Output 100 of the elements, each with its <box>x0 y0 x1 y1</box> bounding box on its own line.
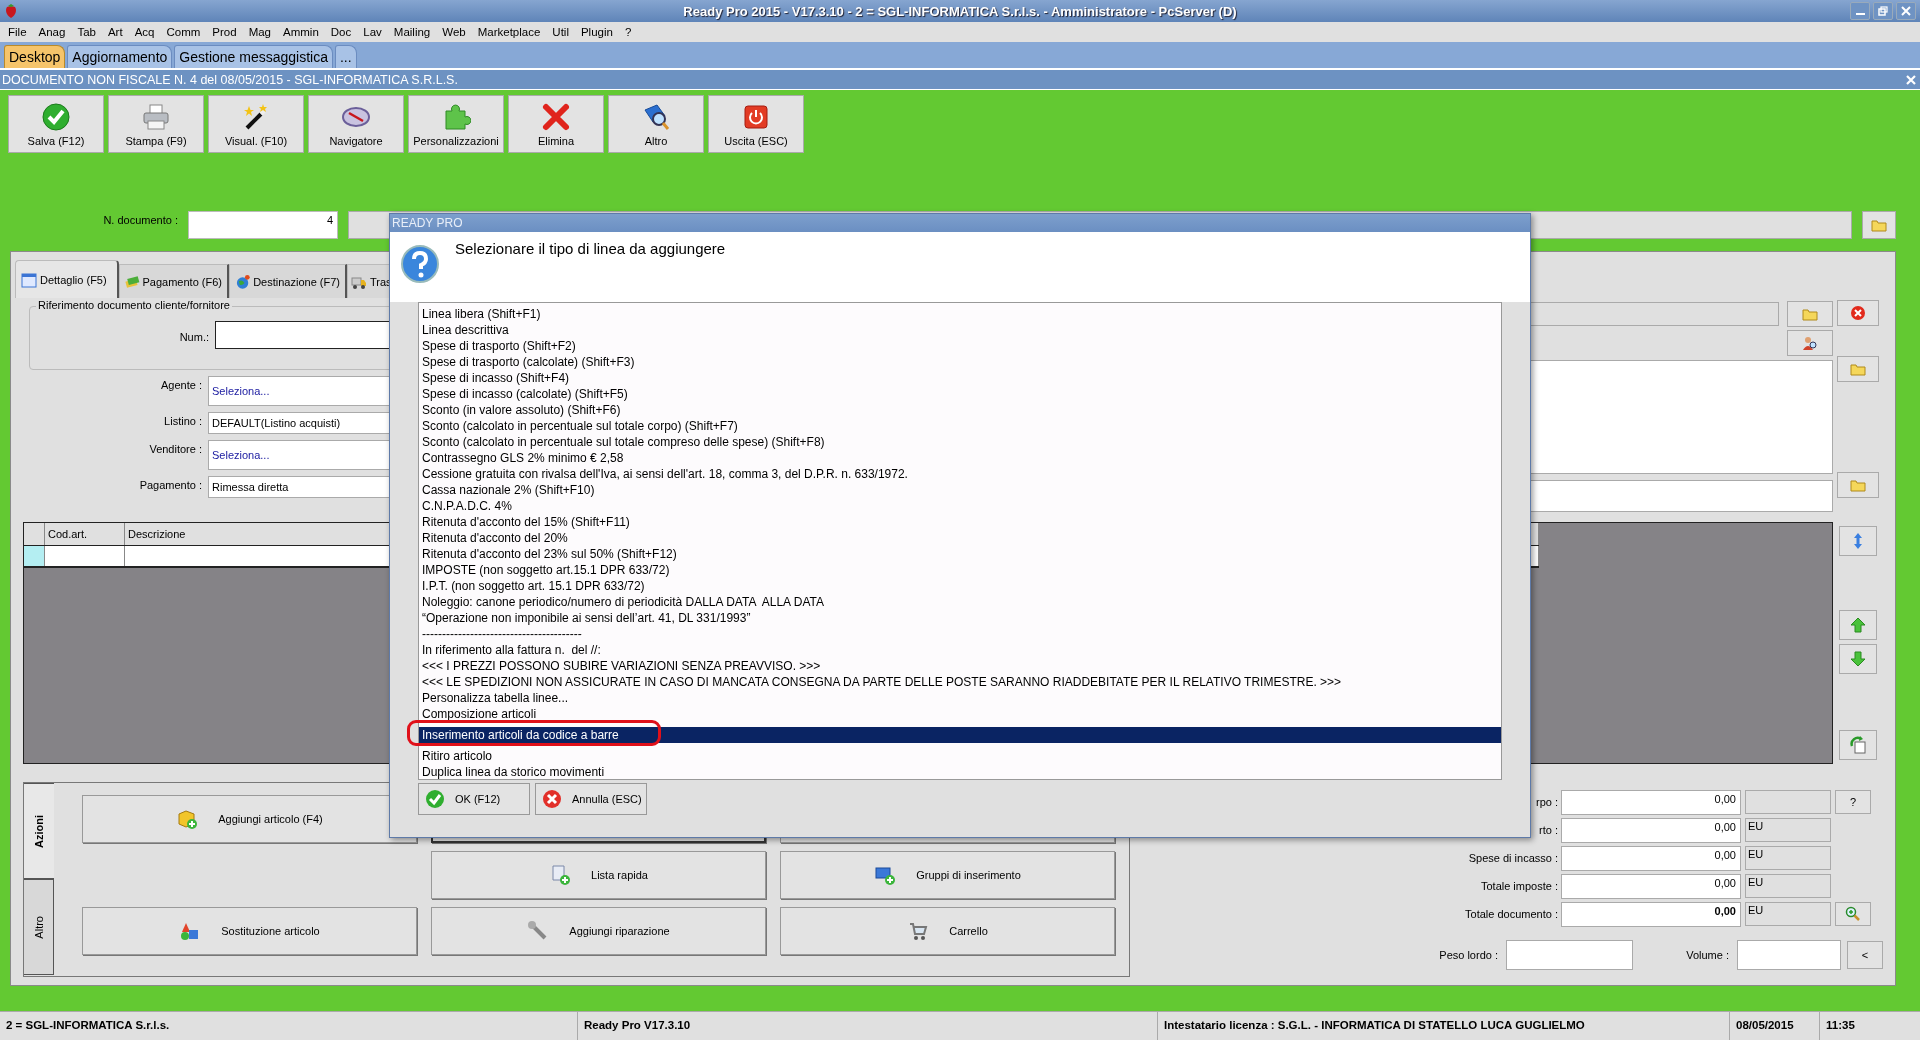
app-tab[interactable]: ... <box>334 45 357 68</box>
menu-item[interactable]: Plugin <box>574 26 619 38</box>
toolbar-button[interactable]: Salva (F12) <box>8 95 104 153</box>
menu-item[interactable]: Marketplace <box>471 26 547 38</box>
dialog-button[interactable]: OK (F12) <box>418 783 530 815</box>
list-item[interactable]: In riferimento alla fattura n. del //: <box>419 642 1501 658</box>
list-item[interactable]: Personalizza tabella linee... <box>419 690 1501 706</box>
list-item[interactable]: Ritenuta d'acconto del 20% <box>419 530 1501 546</box>
form-tab[interactable]: Destinazione (F7) <box>229 264 347 298</box>
list-item[interactable]: C.N.P.A.D.C. 4% <box>419 498 1501 514</box>
document-number-field[interactable]: 4 <box>188 211 338 239</box>
move-button[interactable] <box>1839 525 1877 556</box>
app-tab[interactable]: Aggiornamento <box>67 45 173 68</box>
toolbar-button[interactable]: Navigatore <box>308 95 404 153</box>
toolbar-button[interactable]: Elimina <box>508 95 604 153</box>
help-button[interactable]: ? <box>1835 790 1871 814</box>
toolbar-button[interactable]: Visual. (F10) <box>208 95 304 153</box>
num-label: Num.: <box>178 329 210 343</box>
volume-field[interactable] <box>1737 940 1841 970</box>
menu-item[interactable]: Ammin <box>277 26 325 38</box>
list-item[interactable]: Composizione articoli <box>419 706 1501 722</box>
list-item[interactable]: Linea descrittiva <box>419 322 1501 338</box>
restore-button[interactable] <box>1873 2 1893 20</box>
total-field[interactable]: 0,00 <box>1561 817 1741 843</box>
list-item[interactable]: Linea libera (Shift+F1) <box>419 306 1501 322</box>
list-item[interactable]: IMPOSTE (non soggetto art.15.1 DPR 633/72) <box>419 562 1501 578</box>
list-item[interactable]: Sconto (calcolato in percentuale sul totale compreso delle spese) (Shift+F8) <box>419 434 1501 450</box>
menu-item[interactable]: Web <box>436 26 472 38</box>
close-icon[interactable] <box>1906 74 1916 85</box>
list-item[interactable]: Contrassegno GLS 2% minimo € 2,58 <box>419 450 1501 466</box>
list-item[interactable]: Sconto (calcolato in percentuale sul totale corpo) (Shift+F7) <box>419 418 1501 434</box>
total-field[interactable]: 0,00 <box>1561 901 1741 927</box>
zoom-button[interactable] <box>1835 902 1871 926</box>
action-button[interactable]: Lista rapida <box>431 851 766 899</box>
menu-item[interactable]: ? <box>618 26 638 38</box>
list-item[interactable]: “Operazione non imponibile ai sensi dell’art. 41, DL 331/1993” <box>419 610 1501 626</box>
action-button[interactable]: Sostituzione articolo <box>82 907 417 955</box>
folder-button[interactable] <box>1837 356 1879 382</box>
move-down-button[interactable] <box>1839 643 1877 674</box>
close-button[interactable] <box>1896 2 1916 20</box>
menu-item[interactable]: Art <box>101 26 129 38</box>
folder-button[interactable] <box>1837 472 1879 498</box>
list-item[interactable]: Ritenuta d'acconto del 15% (Shift+F11) <box>419 514 1501 530</box>
person-search-button[interactable] <box>1787 330 1833 356</box>
list-item[interactable]: Spese di trasporto (Shift+F2) <box>419 338 1501 354</box>
list-item[interactable]: Spese di trasporto (calcolate) (Shift+F3) <box>419 354 1501 370</box>
clear-button[interactable] <box>1837 300 1879 326</box>
action-button[interactable]: Aggiungi riparazione <box>431 907 766 955</box>
list-item[interactable]: I.P.T. (non soggetto art. 15.1 DPR 633/72) <box>419 578 1501 594</box>
menu-item[interactable]: Prod <box>206 26 243 38</box>
list-item[interactable]: Cassa nazionale 2% (Shift+F10) <box>419 482 1501 498</box>
list-item[interactable]: Duplica linea da storico movimenti <box>419 764 1501 780</box>
folder-button[interactable] <box>1787 301 1833 327</box>
toolbar-button[interactable]: Personalizzazioni <box>408 95 504 153</box>
action-button[interactable]: Aggiungi articolo (F4) <box>82 795 417 843</box>
menu-item[interactable]: Lav <box>357 26 388 38</box>
refresh-button[interactable] <box>1839 729 1877 760</box>
menu-item[interactable]: Comm <box>160 26 207 38</box>
list-item[interactable]: <<< I PREZZI POSSONO SUBIRE VARIAZIONI SENZA PREAVVISO. >>> <box>419 658 1501 674</box>
list-item[interactable]: ---------------------------------------- <box>419 626 1501 642</box>
dialog-button[interactable]: Annulla (ESC) <box>535 783 647 815</box>
form-tab[interactable]: Dettaglio (F5) <box>15 260 119 298</box>
list-item[interactable]: Inserimento articoli da codice a barre <box>419 727 1501 743</box>
menu-item[interactable]: Doc <box>324 26 358 38</box>
menu-item[interactable]: Mag <box>242 26 277 38</box>
toolbar-button[interactable]: Altro <box>608 95 704 153</box>
toolbar-button[interactable]: Uscita (ESC) <box>708 95 804 153</box>
menu-item[interactable]: Tab <box>71 26 102 38</box>
menu-item[interactable]: Mailing <box>387 26 437 38</box>
currency-field: EU <box>1745 902 1831 926</box>
total-field[interactable]: 0,00 <box>1561 873 1741 899</box>
collapse-button[interactable]: < <box>1847 941 1883 969</box>
list-item[interactable]: Cessione gratuita con rivalsa dell'Iva, ai sensi dell'art. 18, comma 3, del D.P.R. n. 633/1972. <box>419 466 1501 482</box>
side-tab[interactable]: Altro <box>24 879 54 975</box>
list-item[interactable]: <<< LE SPEDIZIONI NON ASSICURATE IN CASO DI MANCATA CONSEGNA DA PARTE DELLE POSTE SARANNO RIADDEBITATE PER IL RELATIVO TRIMESTRE. >>> <box>419 674 1501 690</box>
minimize-icon <box>1855 13 1865 15</box>
toolbar-button[interactable]: Stampa (F9) <box>108 95 204 153</box>
folder-button[interactable] <box>1862 211 1896 239</box>
action-button[interactable]: Carrello <box>780 907 1115 955</box>
list-item[interactable]: Spese di incasso (Shift+F4) <box>419 370 1501 386</box>
menu-item[interactable]: Anag <box>32 26 72 38</box>
app-tab[interactable]: Gestione messaggistica <box>174 45 333 68</box>
weight-field[interactable] <box>1506 940 1633 970</box>
move-up-button[interactable] <box>1839 609 1877 640</box>
list-item[interactable]: Sconto (in valore assoluto) (Shift+F6) <box>419 402 1501 418</box>
minimize-button[interactable] <box>1850 2 1870 20</box>
menu-item[interactable]: File <box>2 26 33 38</box>
menu-item[interactable]: Acq <box>128 26 161 38</box>
action-button[interactable]: Gruppi di inserimento <box>780 851 1115 899</box>
side-tab[interactable]: Azioni <box>24 783 54 879</box>
app-tab[interactable]: Desktop <box>4 45 66 68</box>
total-field[interactable]: 0,00 <box>1561 845 1741 871</box>
total-field[interactable]: 0,00 <box>1561 789 1741 815</box>
column-header[interactable]: Cod.art. <box>45 522 125 545</box>
form-tab[interactable]: Pagamento (F6) <box>119 264 229 298</box>
list-item[interactable]: Spese di incasso (calcolate) (Shift+F5) <box>419 386 1501 402</box>
list-item[interactable]: Ritiro articolo <box>419 748 1501 764</box>
list-item[interactable]: Noleggio: canone periodico/numero di periodicità DALLA DATA ALLA DATA <box>419 594 1501 610</box>
list-item[interactable]: Ritenuta d'acconto del 23% sul 50% (Shift+F12) <box>419 546 1501 562</box>
menu-item[interactable]: Util <box>546 26 575 38</box>
